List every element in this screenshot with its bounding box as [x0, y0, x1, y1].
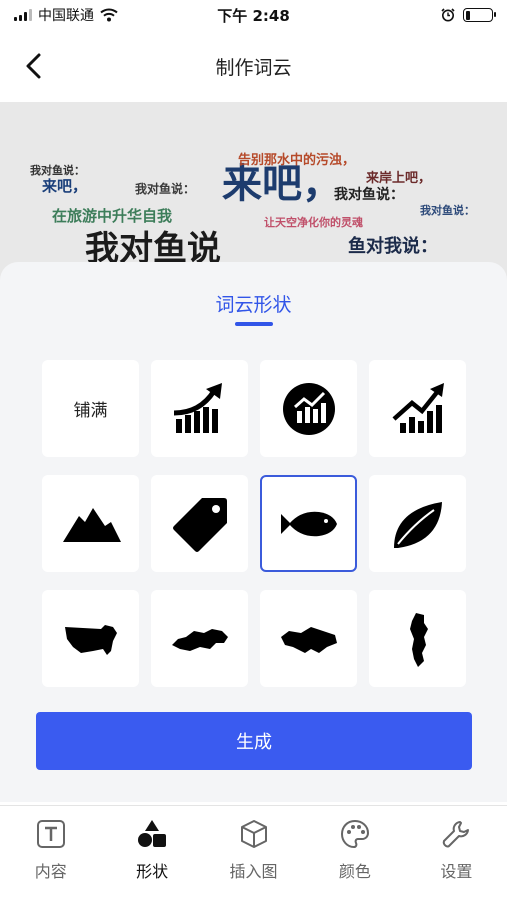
word-cloud-word: 鱼对我说： — [348, 235, 438, 257]
shape-option-leaf[interactable] — [369, 475, 466, 572]
portugal-map-icon — [409, 612, 428, 667]
shapes-icon — [138, 820, 167, 847]
tab-label: 形状 — [136, 862, 169, 881]
shape-grid: 铺满 — [42, 360, 466, 687]
status-bar: 中国联通 下午 2:48 — [0, 0, 507, 30]
palette-icon — [340, 819, 369, 849]
shape-option-usa[interactable] — [42, 590, 139, 687]
mountain-icon — [62, 507, 121, 542]
trend-up-chart-icon — [392, 382, 444, 433]
tab-insert-image[interactable]: 插入图 — [203, 806, 304, 900]
panel-title: 词云形状 — [215, 294, 292, 316]
chevron-left-icon — [26, 53, 41, 79]
shape-option-portugal[interactable] — [369, 590, 466, 687]
word-cloud-word: 告别那水中的污浊， — [238, 152, 355, 168]
word-cloud-word: 来吧， — [41, 177, 87, 195]
carrier-name: 中国联通 — [38, 8, 94, 24]
leaf-icon — [393, 501, 442, 548]
shape-panel: 词云形状 铺满 生成 — [0, 262, 507, 802]
word-cloud-word: 让天空净化你的灵魂 — [264, 215, 363, 229]
tab-content[interactable]: 内容 — [0, 806, 101, 900]
battery-icon — [463, 8, 496, 22]
shape-option-fill[interactable]: 铺满 — [42, 360, 139, 457]
tab-color[interactable]: 颜色 — [304, 806, 405, 900]
nav-header: 制作词云 — [0, 30, 507, 102]
generate-button[interactable]: 生成 — [36, 712, 472, 770]
circle-bar-chart-icon — [282, 382, 335, 435]
bar-chart-rising-arrow-icon — [173, 382, 222, 433]
shape-option-tag[interactable] — [151, 475, 248, 572]
signal-icon — [14, 9, 32, 21]
shape-option-fish[interactable] — [260, 475, 357, 572]
word-cloud-word: 我对鱼说： — [135, 181, 195, 196]
tab-label: 内容 — [34, 862, 67, 881]
fish-icon — [280, 511, 337, 536]
tab-label: 插入图 — [229, 862, 278, 881]
russia-map-icon — [171, 628, 228, 651]
shape-option-circle-chart[interactable] — [260, 360, 357, 457]
shape-option-trend-chart[interactable] — [369, 360, 466, 457]
text-box-icon — [36, 820, 65, 848]
ukraine-map-icon — [280, 626, 337, 653]
bottom-tab-bar: 内容 形状 插入图 颜色 设置 — [0, 805, 507, 900]
tab-settings[interactable]: 设置 — [406, 806, 507, 900]
wifi-icon — [100, 8, 118, 22]
word-cloud-word: 我对鱼说： — [30, 163, 85, 177]
shape-option-ukraine[interactable] — [260, 590, 357, 687]
shape-option-russia[interactable] — [151, 590, 248, 687]
usa-map-icon — [64, 624, 117, 655]
tag-icon — [172, 497, 227, 552]
word-cloud-word: 在旅游中升华自我 — [52, 207, 172, 225]
cube-icon — [240, 820, 267, 848]
word-cloud-word: 我对鱼说： — [420, 203, 475, 217]
tab-label: 设置 — [440, 862, 473, 881]
title-underline — [235, 322, 273, 326]
tab-label: 颜色 — [338, 862, 371, 881]
tab-shape[interactable]: 形状 — [101, 806, 202, 900]
shape-option-mountain[interactable] — [42, 475, 139, 572]
back-button[interactable] — [14, 46, 54, 86]
word-cloud-word: 我对鱼说： — [334, 186, 404, 203]
shape-option-bar-chart-arrow[interactable] — [151, 360, 248, 457]
status-time: 下午 2:48 — [217, 6, 290, 25]
fill-label: 铺满 — [73, 401, 108, 421]
page-title: 制作词云 — [215, 56, 292, 79]
alarm-icon — [441, 8, 455, 22]
wrench-icon — [443, 821, 470, 848]
word-cloud-word: 来岸上吧， — [365, 170, 431, 186]
